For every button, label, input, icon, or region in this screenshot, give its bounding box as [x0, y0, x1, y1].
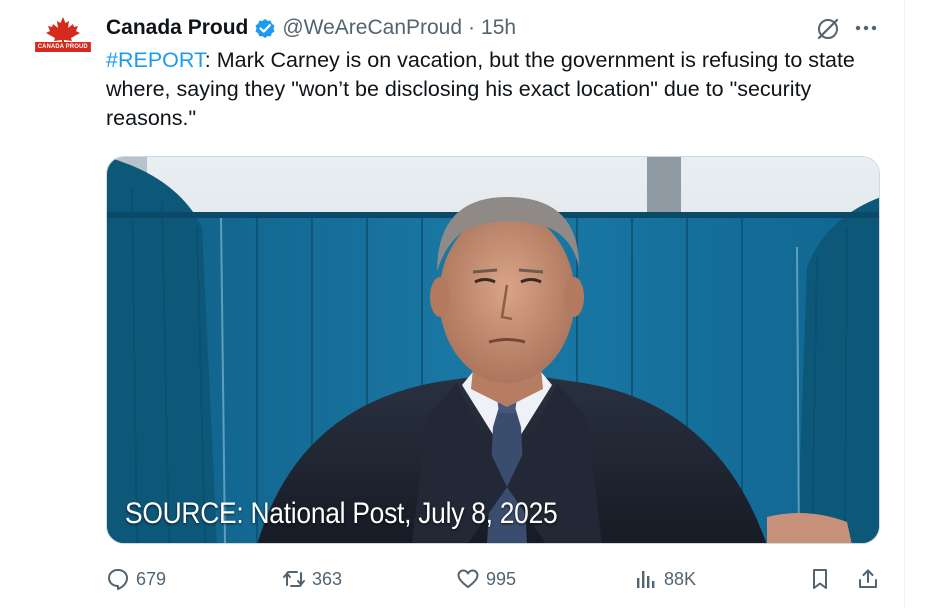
reply-icon	[108, 569, 128, 590]
reply-button[interactable]: 679	[106, 562, 166, 596]
avatar-label: CANADA PROUD	[35, 42, 91, 52]
display-name[interactable]: Canada Proud	[106, 16, 248, 40]
like-button[interactable]: 995	[456, 562, 516, 596]
tweet[interactable]: CANADA PROUD Canada Proud @WeAreCanProud…	[0, 0, 926, 608]
action-bar: 679 363 995 88K	[106, 562, 886, 596]
tweet-image[interactable]: SOURCE: National Post, July 8, 2025	[106, 156, 880, 544]
more-icon[interactable]	[852, 16, 880, 40]
views-icon	[637, 571, 655, 588]
divider	[904, 0, 905, 608]
maple-leaf-icon	[46, 17, 80, 44]
verified-badge-icon	[255, 19, 275, 38]
share-icon	[859, 569, 877, 588]
bookmark-button[interactable]	[808, 562, 832, 596]
image-caption: SOURCE: National Post, July 8, 2025	[125, 497, 558, 530]
photo-illustration	[107, 157, 879, 543]
hashtag-link[interactable]: #REPORT	[106, 48, 205, 72]
views-button[interactable]: 88K	[634, 562, 696, 596]
grok-icon[interactable]	[815, 16, 841, 42]
repost-count: 363	[312, 568, 343, 589]
heart-icon	[457, 569, 479, 588]
separator: ·	[468, 16, 476, 39]
tweet-body: : Mark Carney is on vacation, but the go…	[106, 48, 855, 130]
reply-count: 679	[136, 568, 167, 589]
avatar[interactable]: CANADA PROUD	[35, 16, 91, 70]
like-count: 995	[486, 568, 517, 589]
views-count: 88K	[664, 568, 697, 589]
bookmark-icon	[813, 569, 827, 589]
timestamp[interactable]: 15h	[481, 16, 516, 40]
share-button[interactable]	[856, 562, 880, 596]
tweet-header: Canada Proud @WeAreCanProud · 15h	[106, 12, 516, 44]
tweet-text: #REPORT: Mark Carney is on vacation, but…	[106, 46, 876, 133]
repost-icon	[283, 571, 305, 587]
repost-button[interactable]: 363	[282, 562, 342, 596]
handle[interactable]: @WeAreCanProud	[282, 16, 462, 40]
